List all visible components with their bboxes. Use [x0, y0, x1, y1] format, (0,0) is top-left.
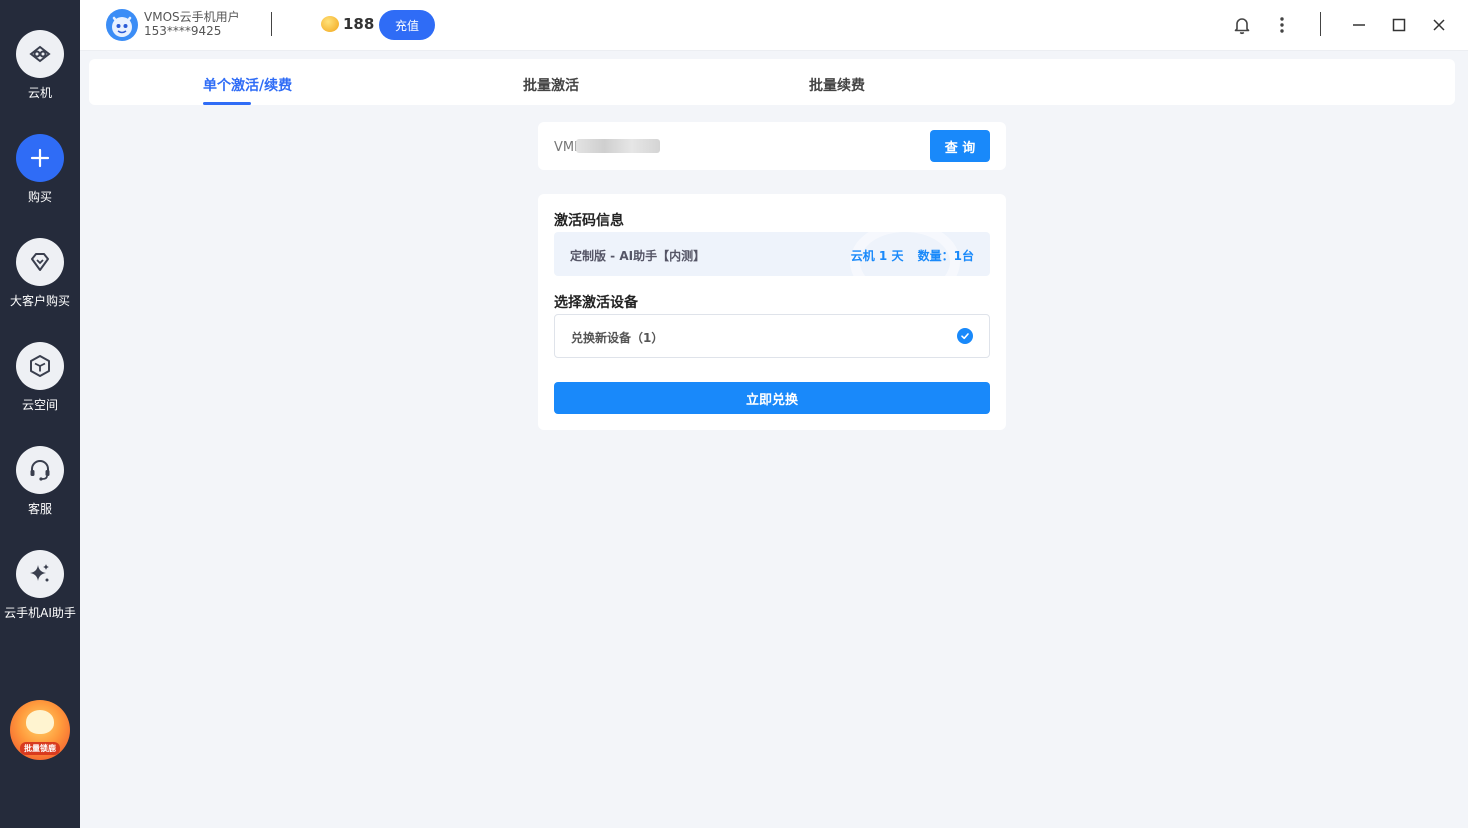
sidebar-item-enterprise-buy[interactable]: 大客户购买 — [0, 238, 80, 328]
promo-label: 批量锁鹿 — [20, 742, 60, 755]
active-tab-indicator — [203, 102, 251, 105]
divider — [271, 12, 272, 36]
sidebar-item-label: 云机 — [27, 86, 52, 100]
headset-icon — [16, 446, 64, 494]
more-icon[interactable] — [1270, 13, 1294, 37]
sparkle-icon — [16, 550, 64, 598]
tab-batch-renew[interactable]: 批量续费 — [809, 75, 865, 95]
sidebar-item-label: 云空间 — [21, 398, 58, 412]
divider — [1320, 12, 1321, 36]
device-option-label: 兑换新设备（1） — [571, 331, 664, 345]
sidebar-item-cloud-phone[interactable]: 云机 — [0, 30, 80, 120]
sidebar-item-buy[interactable]: 购买 — [0, 134, 80, 224]
activation-code-info: 定制版 - AI助手【内测】 云机 1 天 数量：1台 — [554, 232, 990, 276]
coin-count: 188 — [343, 15, 375, 33]
tab-single-activate[interactable]: 单个激活/续费 — [203, 75, 292, 95]
duration-label: 云机 1 天 — [850, 249, 904, 263]
query-button[interactable]: 查 询 — [930, 130, 990, 162]
avatar[interactable] — [106, 9, 138, 41]
sidebar-item-label: 客服 — [27, 502, 52, 516]
query-card: 查 询 — [538, 122, 1006, 170]
code-meta: 云机 1 天 数量：1台 — [841, 247, 974, 264]
redeem-button[interactable]: 立即兑换 — [554, 382, 990, 414]
mascot-icon — [26, 710, 54, 734]
diamond-icon — [16, 238, 64, 286]
coin-icon — [321, 16, 339, 32]
sidebar-item-cloud-space[interactable]: 云空间 — [0, 342, 80, 432]
tab-bar: 单个激活/续费 批量激活 批量续费 — [89, 59, 1455, 105]
minimize-icon[interactable] — [1347, 13, 1371, 37]
cube-icon — [16, 342, 64, 390]
maximize-icon[interactable] — [1387, 13, 1411, 37]
sidebar: 云机 购买 大客户购买 云空间 客服 云手机AI助手 批量锁鹿 — [0, 0, 80, 828]
new-device-option[interactable]: 兑换新设备（1） — [554, 314, 990, 358]
top-bar: VMOS云手机用户 153****9425 188 充值 — [80, 0, 1468, 51]
promo-badge[interactable]: 批量锁鹿 — [10, 700, 70, 760]
device-select-title: 选择激活设备 — [554, 295, 638, 311]
activation-info-card: 激活码信息 定制版 - AI助手【内测】 云机 1 天 数量：1台 选择激活设备… — [538, 194, 1006, 430]
recharge-button[interactable]: 充值 — [379, 10, 435, 40]
bell-icon[interactable] — [1230, 13, 1254, 37]
sidebar-item-label: 购买 — [27, 190, 52, 204]
user-phone: 153****9425 — [144, 24, 222, 38]
quantity-label: 数量：1台 — [917, 249, 974, 263]
product-name: 定制版 - AI助手【内测】 — [570, 249, 706, 263]
redacted-code-mask — [576, 139, 660, 153]
sidebar-item-support[interactable]: 客服 — [0, 446, 80, 536]
sidebar-item-ai-assistant[interactable]: 云手机AI助手 — [0, 550, 80, 640]
tab-batch-activate[interactable]: 批量激活 — [523, 75, 579, 95]
sidebar-item-label: 云手机AI助手 — [4, 606, 76, 620]
plus-icon — [16, 134, 64, 182]
cloud-phone-icon — [16, 30, 64, 78]
user-name: VMOS云手机用户 — [144, 10, 240, 24]
activation-info-title: 激活码信息 — [554, 213, 624, 229]
check-icon — [957, 328, 973, 344]
sidebar-item-label: 大客户购买 — [9, 294, 70, 308]
close-icon[interactable] — [1427, 13, 1451, 37]
